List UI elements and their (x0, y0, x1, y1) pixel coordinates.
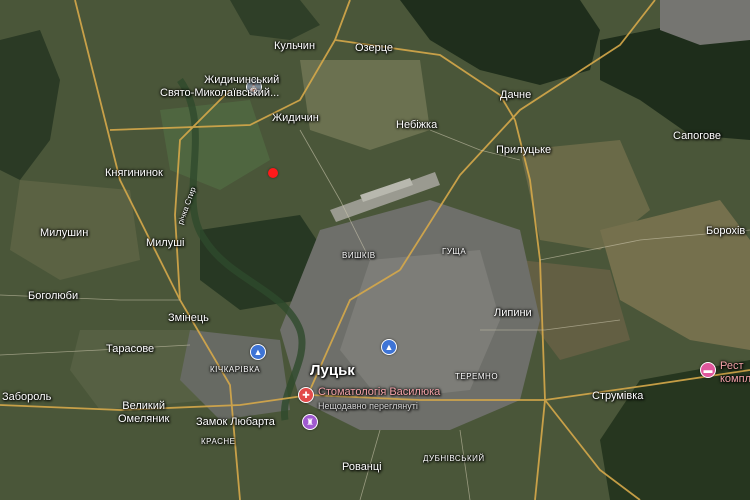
place-label-zmiinets: Змінець (168, 312, 209, 324)
castle-icon[interactable]: ♜ (302, 414, 318, 430)
place-label-tarasove: Тарасове (106, 343, 155, 355)
place-label-nebizhka: Небіжка (396, 119, 438, 131)
district-label-vyshkiv: ВИШКІВ (342, 251, 376, 260)
place-label-strumivka: Струмівка (592, 390, 644, 402)
place-label-rovantsi: Рованці (342, 461, 382, 473)
medical-icon[interactable]: ✚ (298, 387, 314, 403)
place-label-bohoiuby: Боголюби (28, 290, 79, 302)
location-marker[interactable] (268, 168, 278, 178)
place-label-borokhiv: Борохів (706, 225, 746, 237)
place-label-lypyny: Липини (494, 307, 532, 319)
poi-label-zhydychynskyi-monastery[interactable]: Жидичинський Свято-Миколаївський... (160, 74, 279, 100)
poi-label-restaurant-complex[interactable]: Рест компл (720, 360, 750, 386)
place-label-zaborol: Забороль (2, 391, 52, 403)
place-label-ozertse: Озерце (355, 42, 394, 54)
poi-label-lubart-castle[interactable]: Замок Любарта (196, 416, 275, 429)
district-label-hushcha: ГУЩА (442, 247, 467, 256)
place-label-knyahyninok: Княгининок (105, 167, 163, 179)
landmark-icon[interactable]: ▲ (381, 339, 397, 355)
place-label-zhydychyn: Жидичин (272, 112, 319, 124)
place-label-milushi: Милуші (146, 237, 185, 249)
poi-label-dentistry[interactable]: Стоматологія Василюка (318, 386, 440, 399)
satellite-imagery (0, 0, 750, 500)
city-label-lutsk: Луцьк (310, 362, 355, 379)
place-label-dachne: Дачне (500, 89, 532, 101)
place-label-sapohove: Сапогове (673, 130, 721, 142)
district-label-krasne: КРАСНЕ (201, 437, 236, 446)
district-label-teremno: ТЕРЕМНО (455, 372, 499, 381)
place-label-velykyi-omelianyk: Великий Омеляник (118, 400, 170, 425)
place-label-kulchyn: Кульчин (274, 40, 316, 52)
district-label-dubnivskyi: ДУБНІВСЬКИЙ (423, 454, 485, 463)
place-label-milushyn: Милушин (40, 227, 89, 239)
district-label-kichkarivka: КІЧКАРІВКА (210, 365, 261, 374)
satellite-map[interactable]: Кульчин Озерце ⛪ Жидичинський Свято-Мико… (0, 0, 750, 500)
place-label-prylutske: Прилуцьке (496, 144, 552, 156)
poi-sublabel-recently-viewed: Нещодавно переглянуті (318, 401, 418, 411)
landmark-icon[interactable]: ▲ (250, 344, 266, 360)
hotel-icon[interactable]: ▬ (700, 362, 716, 378)
